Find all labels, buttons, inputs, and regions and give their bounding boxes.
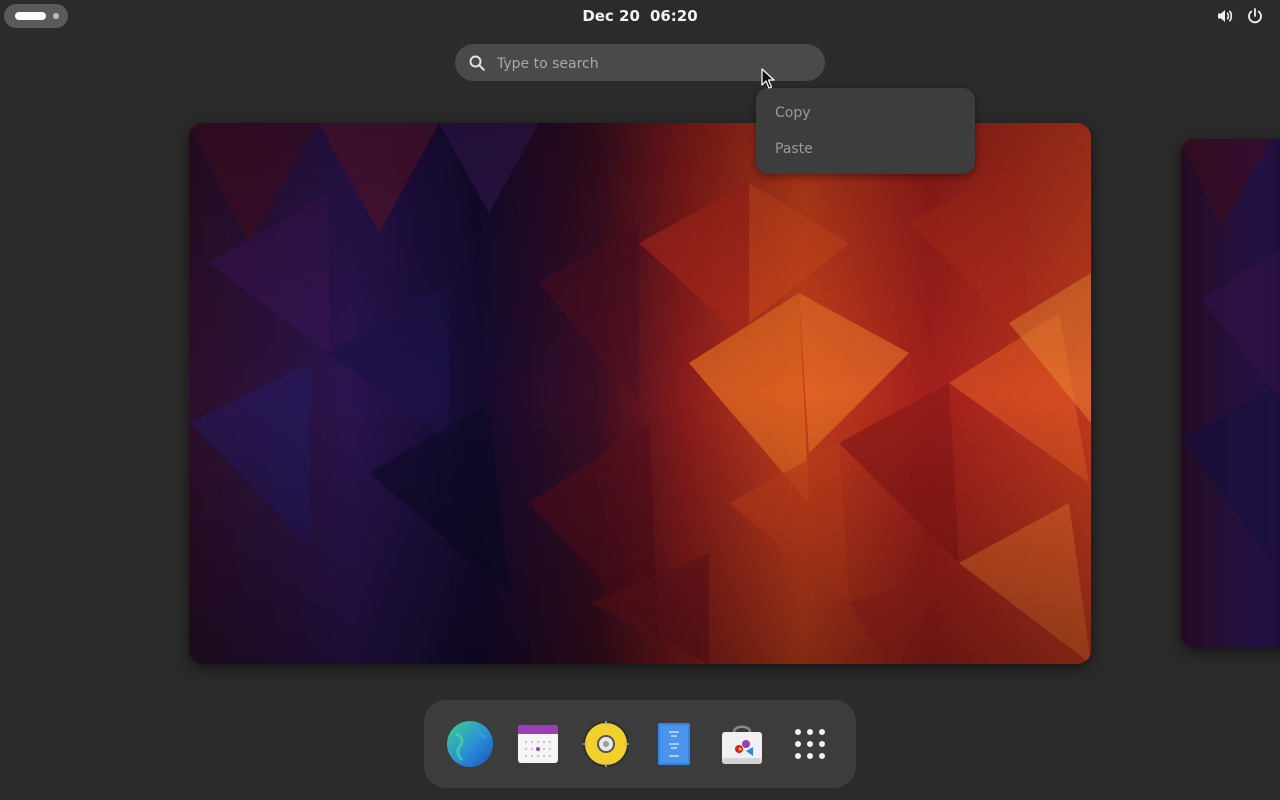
music-player-icon[interactable]: [582, 720, 630, 768]
search-icon: [468, 54, 486, 72]
paste-menu-item[interactable]: Paste: [762, 133, 969, 165]
context-menu: Copy Paste: [756, 88, 975, 174]
next-workspace-thumbnail[interactable]: [1181, 139, 1280, 648]
top-bar: Dec 20 06:20: [0, 0, 1280, 32]
software-store-icon[interactable]: [718, 720, 766, 768]
activities-button[interactable]: [4, 4, 68, 28]
copy-menu-item[interactable]: Copy: [762, 97, 969, 129]
wallpaper-image: [1181, 139, 1280, 648]
dash: [424, 700, 856, 788]
active-workspace-indicator: [15, 12, 46, 20]
clock-button[interactable]: Dec 20 06:20: [0, 0, 1280, 32]
web-browser-icon[interactable]: [446, 720, 494, 768]
wallpaper-image: [189, 123, 1091, 664]
text-editor-icon[interactable]: [650, 720, 698, 768]
clock-date: Dec 20: [582, 7, 640, 25]
workspace-thumbnail[interactable]: [189, 123, 1091, 664]
clock-time: 06:20: [649, 7, 698, 25]
calendar-icon[interactable]: [514, 720, 562, 768]
workspace-dot: [53, 13, 59, 19]
power-icon[interactable]: [1246, 7, 1264, 25]
show-apps-grid-icon[interactable]: [786, 720, 834, 768]
speaker-icon[interactable]: [1216, 7, 1234, 25]
mouse-cursor-icon: [761, 68, 775, 90]
